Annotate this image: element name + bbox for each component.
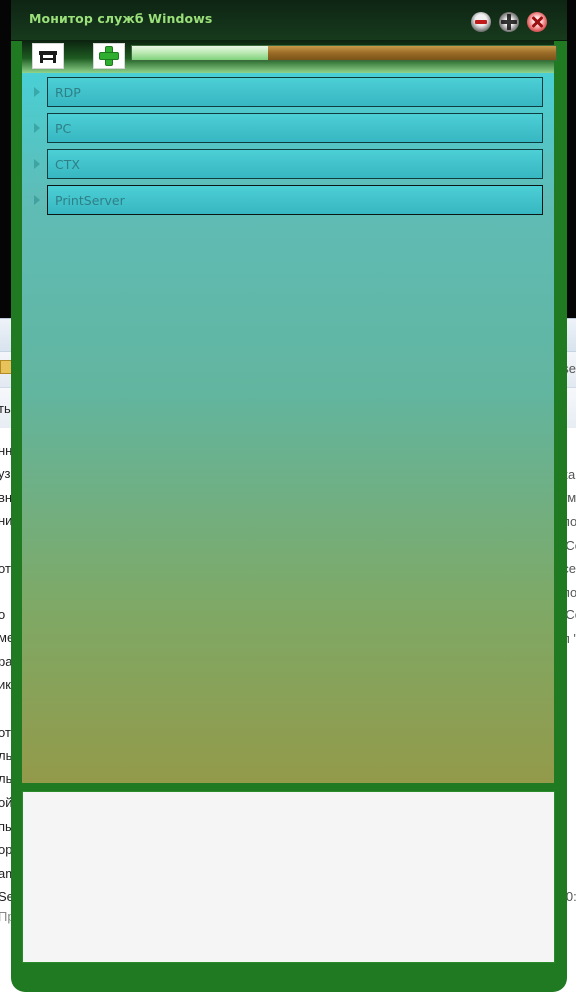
add-service-button[interactable] [93,43,125,69]
expand-arrow-icon[interactable] [34,159,40,169]
minimize-button[interactable] [471,12,491,32]
tools-icon [39,51,57,63]
title-bar[interactable]: Монитор служб Windows [11,0,567,41]
progress-bar [131,45,557,61]
expand-arrow-icon[interactable] [34,195,40,205]
settings-button[interactable] [499,12,519,32]
log-panel[interactable] [22,791,555,963]
close-button[interactable] [527,12,547,32]
plus-icon [100,47,118,65]
service-label: PrintServer [55,193,125,208]
service-item-ctx[interactable]: CTX [34,149,543,179]
expand-arrow-icon[interactable] [34,87,40,97]
service-item-printserver[interactable]: PrintServer [34,185,543,215]
window-title: Монитор служб Windows [29,11,213,26]
service-item-pc[interactable]: PC [34,113,543,143]
progress-fill [132,46,268,60]
service-monitor-window: Монитор служб Windows RDP PC CTX PrintSe… [11,0,567,992]
services-panel: RDP PC CTX PrintServer [22,73,554,783]
toolbar [22,40,557,73]
service-item-rdp[interactable]: RDP [34,77,543,107]
expand-arrow-icon[interactable] [34,123,40,133]
tools-button[interactable] [32,43,64,69]
service-label: CTX [55,157,80,172]
service-label: PC [55,121,72,136]
service-label: RDP [55,85,81,100]
